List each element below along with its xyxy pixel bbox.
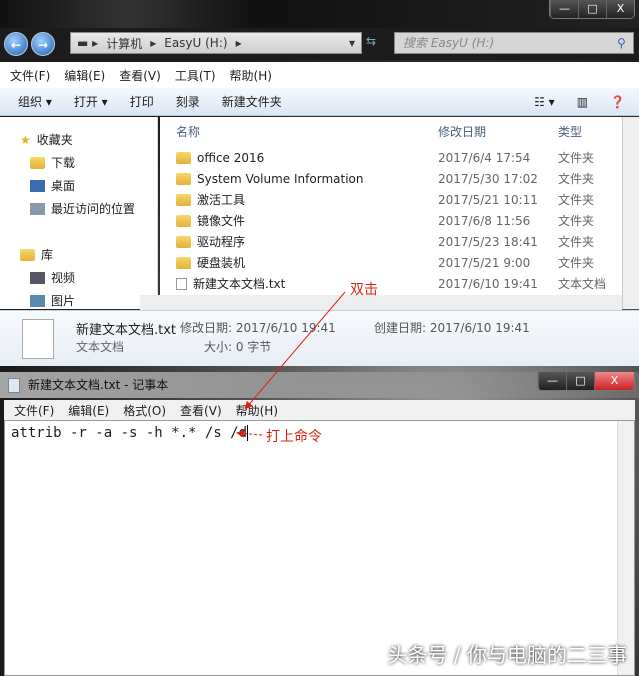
double-click-annotation: 双击: [350, 282, 378, 298]
watermark: 头条号 / 你与电脑的二三事: [387, 643, 627, 667]
double-click-arrow: [244, 291, 346, 410]
command-arrow: [236, 429, 263, 438]
type-command-annotation: 打上命令: [266, 429, 322, 445]
annotation-arrows: [236, 291, 346, 438]
